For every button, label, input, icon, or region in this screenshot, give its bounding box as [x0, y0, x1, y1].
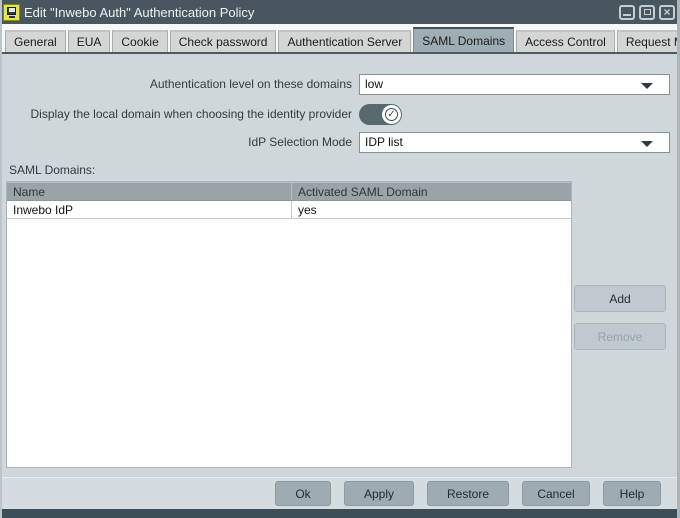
cancel-button[interactable]: Cancel [522, 481, 590, 506]
tab-cookie[interactable]: Cookie [112, 30, 167, 52]
footer-button-bar: Ok Apply Restore Cancel Help [2, 477, 677, 509]
column-header-name[interactable]: Name [7, 182, 292, 200]
saml-domains-table: Name Activated SAML Domain Inwebo IdP ye… [6, 181, 572, 468]
tab-authentication-server[interactable]: Authentication Server [278, 30, 411, 52]
display-local-domain-label: Display the local domain when choosing t… [6, 104, 352, 125]
window-title: Edit "Inwebo Auth" Authentication Policy [24, 5, 619, 20]
column-header-activated[interactable]: Activated SAML Domain [292, 182, 571, 200]
minimize-icon [623, 14, 631, 16]
window-bottom-border [0, 509, 680, 518]
apply-button[interactable]: Apply [344, 481, 414, 506]
help-button[interactable]: Help [603, 481, 661, 506]
idp-selection-mode-value: IDP list [365, 135, 403, 149]
tab-eua[interactable]: EUA [68, 30, 111, 52]
tab-access-control[interactable]: Access Control [516, 30, 615, 52]
saml-domains-panel: Authentication level on these domains lo… [2, 56, 677, 478]
display-local-domain-toggle[interactable]: ✓ [359, 104, 402, 125]
restore-button[interactable]: Restore [427, 481, 509, 506]
cell-name: Inwebo IdP [7, 201, 292, 218]
close-button[interactable]: × [659, 5, 675, 20]
auth-level-dropdown[interactable]: low [359, 74, 670, 95]
saml-domains-table-caption: SAML Domains: [9, 163, 95, 177]
auth-level-value: low [365, 77, 383, 91]
chevron-down-icon [641, 83, 653, 89]
close-icon: × [663, 6, 670, 18]
ok-button[interactable]: Ok [275, 481, 331, 506]
maximize-button[interactable] [639, 5, 655, 20]
minimize-button[interactable] [619, 5, 635, 20]
app-icon [3, 4, 20, 21]
remove-button: Remove [574, 323, 666, 350]
tab-saml-domains[interactable]: SAML Domains [413, 27, 514, 52]
dialog-window: Edit "Inwebo Auth" Authentication Policy… [0, 0, 680, 518]
table-header-row: Name Activated SAML Domain [7, 182, 571, 201]
idp-selection-mode-label: IdP Selection Mode [6, 132, 352, 153]
check-icon: ✓ [385, 108, 398, 121]
tab-request-manager[interactable]: Request Manager [617, 30, 680, 52]
chevron-down-icon [641, 141, 653, 147]
tab-bar: General EUA Cookie Check password Authen… [2, 24, 677, 54]
add-button[interactable]: Add [574, 285, 666, 312]
auth-level-label: Authentication level on these domains [6, 74, 352, 95]
idp-selection-mode-dropdown[interactable]: IDP list [359, 132, 670, 153]
table-row[interactable]: Inwebo IdP yes [7, 201, 571, 219]
title-bar: Edit "Inwebo Auth" Authentication Policy… [0, 0, 680, 24]
maximize-icon [644, 9, 651, 15]
window-controls: × [619, 5, 675, 20]
tab-general[interactable]: General [5, 30, 66, 52]
cell-activated: yes [292, 201, 571, 218]
tab-check-password[interactable]: Check password [170, 30, 277, 52]
